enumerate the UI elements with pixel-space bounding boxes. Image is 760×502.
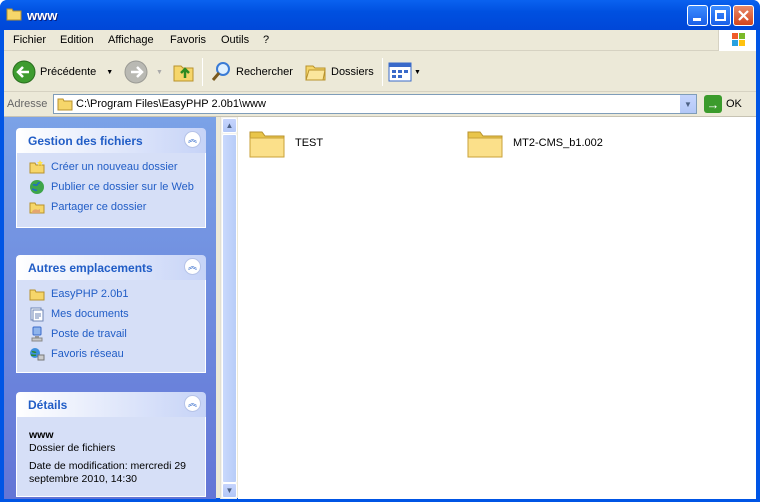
explorer-window: www Fichier Edition Affichage Favoris Ou… [0, 0, 760, 502]
panel-title: Autres emplacements [28, 261, 153, 275]
link-label: Favoris réseau [51, 348, 124, 360]
forward-arrow-icon [124, 60, 148, 84]
file-list: TEST MT2-CMS_b1.002 [238, 117, 756, 499]
address-value: C:\Program Files\EasyPHP 2.0b1\www [76, 98, 266, 110]
globe-icon [30, 180, 44, 194]
my-computer-link[interactable]: Poste de travail [29, 326, 197, 342]
menu-edition[interactable]: Edition [60, 34, 94, 46]
folder-label: TEST [295, 137, 324, 149]
task-pane: Gestion des fichiers ︽ Créer un nouveau … [4, 117, 216, 499]
go-arrow-icon: → [704, 95, 722, 113]
folder-icon [6, 8, 22, 21]
link-label: Mes documents [51, 308, 129, 320]
views-button[interactable]: ▼ [388, 58, 421, 86]
search-button[interactable]: Rechercher [209, 58, 293, 86]
go-label: OK [726, 98, 742, 110]
menu-help[interactable]: ? [263, 34, 269, 46]
publish-web-link[interactable]: Publier ce dossier sur le Web [29, 180, 197, 195]
menu-affichage[interactable]: Affichage [108, 34, 154, 46]
network-icon [30, 348, 45, 361]
my-documents-link[interactable]: Mes documents [29, 307, 197, 322]
menu-outils[interactable]: Outils [221, 34, 249, 46]
panel-title: Détails [28, 398, 68, 412]
collapse-icon[interactable]: ︽ [184, 395, 201, 412]
menu-bar: Fichier Edition Affichage Favoris Outils… [4, 30, 756, 51]
close-icon [738, 10, 749, 21]
folder-icon [57, 98, 73, 111]
folders-icon [305, 65, 326, 81]
scroll-up-button[interactable]: ▲ [222, 118, 237, 133]
menu-fichier[interactable]: Fichier [13, 34, 46, 46]
views-dropdown-icon: ▼ [414, 68, 421, 76]
toolbar: Précédente ▼ ▼ Rechercher Dossiers ▼ [4, 52, 756, 92]
chevron-down-icon: ▼ [225, 486, 234, 495]
search-icon [211, 62, 230, 81]
folder-up-icon [173, 65, 194, 82]
back-arrow-icon [12, 60, 36, 84]
address-input[interactable]: C:\Program Files\EasyPHP 2.0b1\www ▼ [53, 94, 697, 114]
link-label: Créer un nouveau dossier [51, 161, 178, 173]
menu-favoris[interactable]: Favoris [170, 34, 206, 46]
address-bar: Adresse C:\Program Files\EasyPHP 2.0b1\w… [4, 93, 756, 116]
maximize-button[interactable] [710, 5, 731, 26]
close-button[interactable] [733, 5, 754, 26]
folder-icon [467, 131, 503, 158]
windows-logo [718, 30, 756, 51]
file-tasks-panel: Gestion des fichiers ︽ Créer un nouveau … [16, 128, 206, 228]
title-bar[interactable]: www [0, 0, 760, 30]
chevron-up-icon: ▲ [225, 121, 234, 130]
new-folder-link[interactable]: Créer un nouveau dossier [29, 160, 197, 175]
views-icon [388, 62, 412, 82]
folder-icon [29, 289, 45, 301]
easyphp-link[interactable]: EasyPHP 2.0b1 [29, 288, 197, 302]
details-panel: Détails ︽ www Dossier de fichiers Date d… [16, 392, 206, 497]
panel-header[interactable]: Détails ︽ [16, 392, 206, 417]
window-title: www [27, 8, 58, 23]
folder-label: MT2-CMS_b1.002 [513, 137, 603, 149]
forward-dropdown-icon: ▼ [156, 68, 163, 76]
scroll-down-button[interactable]: ▼ [222, 483, 237, 498]
folder-item[interactable]: MT2-CMS_b1.002 [466, 127, 603, 159]
collapse-icon[interactable]: ︽ [184, 258, 201, 275]
back-label: Précédente [40, 66, 97, 78]
link-label: Partager ce dossier [51, 201, 147, 213]
toolbar-separator [202, 58, 203, 86]
collapse-icon[interactable]: ︽ [184, 131, 201, 148]
details-modified: Date de modification: mercredi 29 septem… [29, 460, 186, 485]
go-button[interactable]: → OK [704, 95, 742, 113]
main-area: Gestion des fichiers ︽ Créer un nouveau … [4, 116, 756, 499]
chevron-down-icon: ▼ [684, 99, 692, 109]
details-type: Dossier de fichiers [29, 442, 116, 454]
up-folder-button[interactable] [172, 58, 196, 86]
documents-icon [30, 307, 44, 322]
folder-icon [249, 131, 285, 158]
link-label: EasyPHP 2.0b1 [51, 288, 129, 300]
details-name: www [29, 429, 54, 441]
network-places-link[interactable]: Favoris réseau [29, 348, 197, 362]
link-label: Poste de travail [51, 328, 127, 340]
other-places-panel: Autres emplacements ︽ EasyPHP 2.0b1 Mes … [16, 255, 206, 373]
back-button[interactable]: Précédente ▼ [12, 58, 113, 86]
scroll-thumb[interactable] [222, 134, 237, 483]
address-label: Adresse [7, 98, 48, 110]
address-dropdown-button[interactable]: ▼ [679, 95, 696, 113]
panel-title: Gestion des fichiers [28, 134, 143, 148]
folder-item[interactable]: TEST [248, 127, 323, 159]
folders-button[interactable]: Dossiers [304, 58, 374, 86]
search-label: Rechercher [236, 66, 293, 78]
panel-header[interactable]: Autres emplacements ︽ [16, 255, 206, 280]
new-folder-icon [29, 160, 45, 174]
share-folder-link[interactable]: Partager ce dossier [29, 201, 197, 215]
panel-header[interactable]: Gestion des fichiers ︽ [16, 128, 206, 153]
computer-icon [31, 326, 43, 342]
link-label: Publier ce dossier sur le Web [51, 181, 194, 193]
back-dropdown-icon[interactable]: ▼ [106, 69, 113, 76]
forward-button[interactable]: ▼ [124, 58, 163, 86]
minimize-button[interactable] [687, 5, 708, 26]
vertical-scrollbar[interactable]: ▲ ▼ [220, 117, 237, 499]
toolbar-separator [382, 58, 383, 86]
folders-label: Dossiers [331, 66, 374, 78]
share-folder-icon [29, 202, 45, 214]
